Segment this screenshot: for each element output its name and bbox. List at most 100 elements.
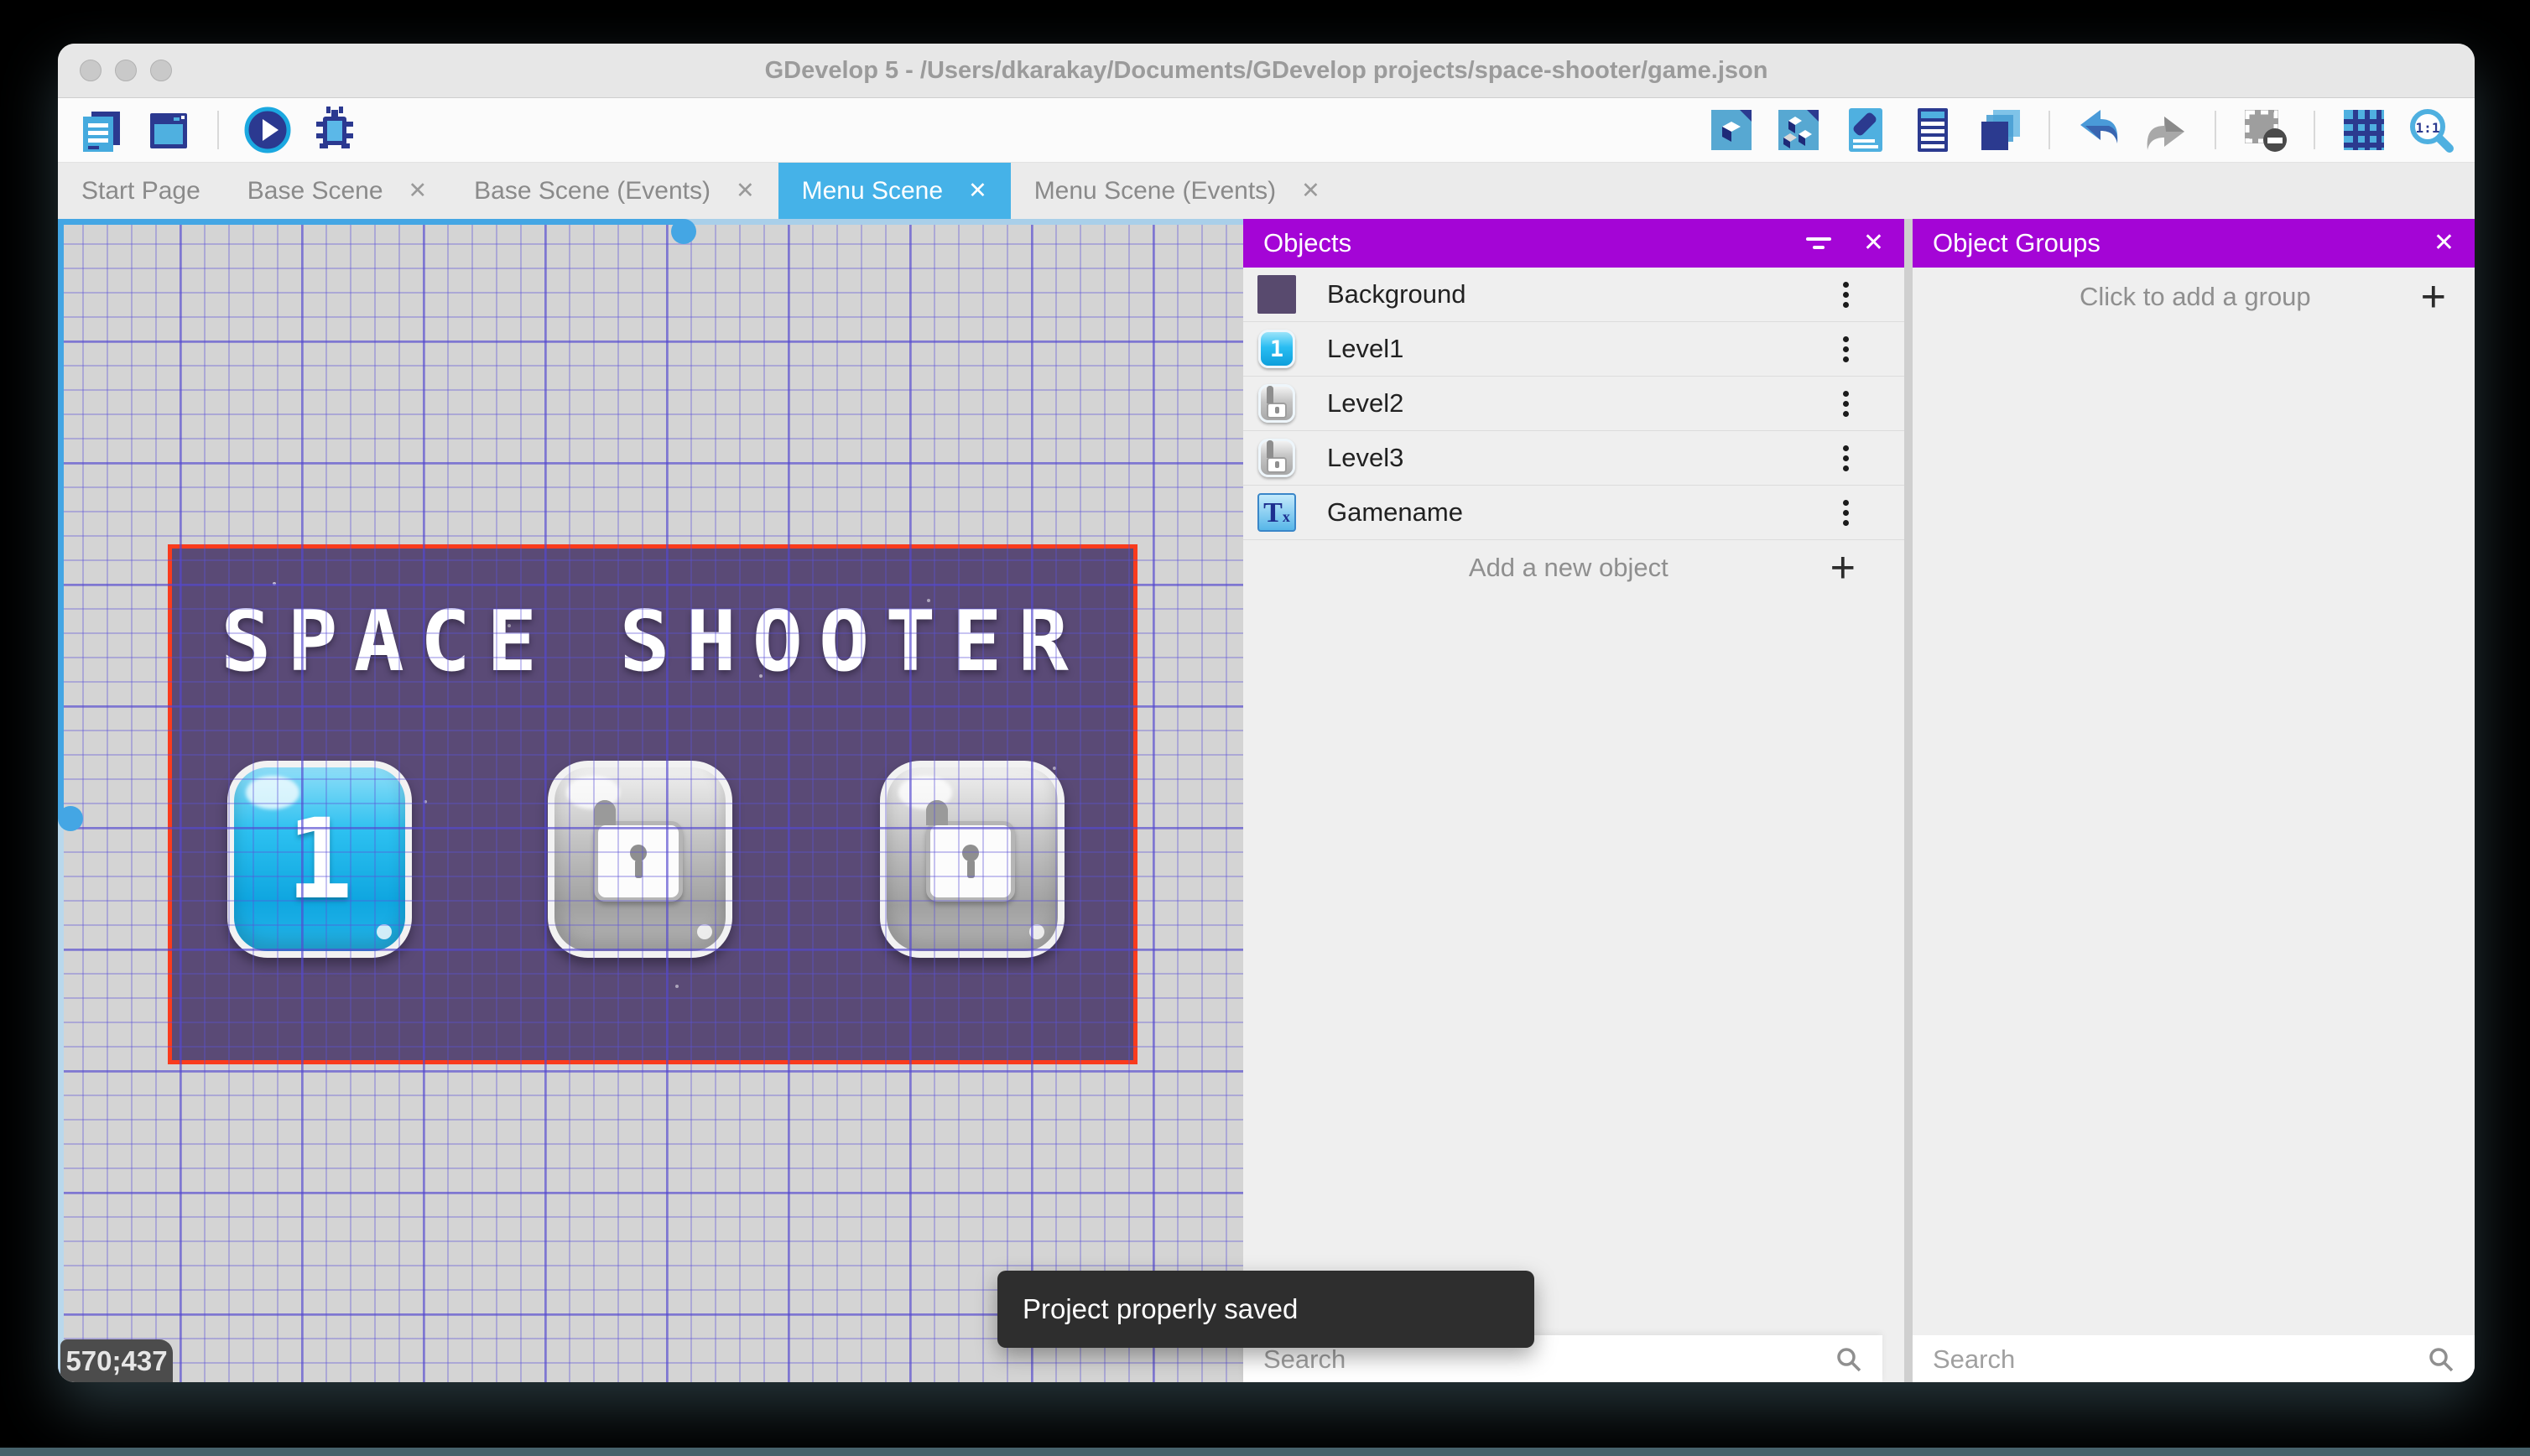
- object-menu-icon[interactable]: [1843, 499, 1849, 526]
- vertical-scroll-thumb[interactable]: [58, 806, 83, 831]
- tab-label: Menu Scene (Events): [1033, 176, 1277, 205]
- object-name: Background: [1327, 279, 1466, 309]
- level1-number: 1: [286, 794, 353, 924]
- tab-label: Menu Scene: [801, 176, 944, 205]
- object-menu-icon[interactable]: [1843, 445, 1849, 471]
- object-name: Level1: [1327, 334, 1404, 363]
- objects-search-input[interactable]: [1262, 1343, 1834, 1375]
- play-icon[interactable]: [242, 105, 293, 155]
- horizontal-scrollbar[interactable]: [58, 219, 1243, 244]
- redo-icon[interactable]: [2141, 105, 2191, 155]
- tab-menu-scene[interactable]: Menu Scene ✕: [778, 163, 1011, 219]
- object-menu-icon[interactable]: [1843, 390, 1849, 417]
- add-group-row[interactable]: Click to add a group +: [1913, 268, 2475, 326]
- lock-icon: [594, 799, 686, 902]
- scene-instance-background[interactable]: SPACE SHOOTER 1: [168, 544, 1137, 1064]
- minimize-window-button[interactable]: [115, 60, 137, 81]
- object-row-gamename[interactable]: Tx Gamename: [1243, 486, 1904, 540]
- search-icon: [2426, 1344, 2456, 1375]
- debug-icon[interactable]: [310, 105, 360, 155]
- horizontal-scroll-thumb[interactable]: [671, 219, 696, 244]
- object-name: Level3: [1327, 443, 1404, 472]
- scene-level3-button-locked[interactable]: [880, 761, 1065, 958]
- scene-level2-button-locked[interactable]: [548, 761, 732, 958]
- toolbar-separator: [2048, 111, 2050, 149]
- scene-window-icon[interactable]: [143, 105, 194, 155]
- object-row-level3[interactable]: Level3: [1243, 431, 1904, 486]
- object-row-level2[interactable]: Level2: [1243, 377, 1904, 431]
- gdevelop-window: GDevelop 5 - /Users/dkarakay/Documents/G…: [58, 44, 2475, 1382]
- groups-search-input[interactable]: [1931, 1343, 2426, 1375]
- object-name: Gamename: [1327, 497, 1463, 527]
- locked-button-thumbnail: [1257, 383, 1297, 424]
- tab-label: Base Scene (Events): [474, 176, 711, 205]
- add-group-label: Click to add a group: [2079, 282, 2311, 311]
- object-groups-panel-title: Object Groups: [1933, 228, 2101, 257]
- objects-panel-header: Objects ✕: [1243, 219, 1904, 268]
- object-row-background[interactable]: Background: [1243, 268, 1904, 322]
- toolbar-right-group: 1:1: [1706, 105, 2456, 155]
- objects-editor-icon[interactable]: [1706, 105, 1757, 155]
- instances-list-icon[interactable]: [1908, 105, 1958, 155]
- window-title: GDevelop 5 - /Users/dkarakay/Documents/G…: [764, 56, 1768, 84]
- tab-base-scene-events[interactable]: Base Scene (Events) ✕: [450, 163, 778, 219]
- toolbar-separator: [2215, 111, 2216, 149]
- tab-start-page[interactable]: Start Page: [58, 163, 224, 219]
- objects-panel: Objects ✕ Background 1 Level1 Level2 Lev…: [1243, 219, 1904, 1382]
- groups-search: [1913, 1335, 2475, 1382]
- titlebar: GDevelop 5 - /Users/dkarakay/Documents/G…: [58, 44, 2475, 98]
- close-tab-icon[interactable]: ✕: [409, 179, 428, 202]
- object-groups-panel-header: Object Groups ✕: [1913, 219, 2475, 268]
- tab-base-scene[interactable]: Base Scene ✕: [224, 163, 450, 219]
- tab-menu-scene-events[interactable]: Menu Scene (Events) ✕: [1011, 163, 1344, 219]
- add-object-row[interactable]: Add a new object +: [1243, 540, 1904, 595]
- panel-divider[interactable]: [1904, 219, 1913, 1382]
- scene-canvas[interactable]: SPACE SHOOTER 1 570;437: [58, 219, 1243, 1382]
- scene-stars: [273, 582, 276, 585]
- tab-label: Base Scene: [247, 176, 383, 205]
- save-toast: Project properly saved: [997, 1271, 1534, 1348]
- object-row-level1[interactable]: 1 Level1: [1243, 322, 1904, 377]
- zoom-window-button[interactable]: [150, 60, 172, 81]
- object-menu-icon[interactable]: [1843, 335, 1849, 362]
- undo-icon[interactable]: [2074, 105, 2124, 155]
- object-menu-icon[interactable]: [1843, 281, 1849, 308]
- editor-content: SPACE SHOOTER 1 570;437 Objects ✕ Backgr…: [58, 219, 2475, 1382]
- object-name: Level2: [1327, 388, 1404, 418]
- tab-label: Start Page: [81, 176, 200, 205]
- scene-game-title-text[interactable]: SPACE SHOOTER: [172, 592, 1133, 690]
- close-tab-icon[interactable]: ✕: [968, 179, 987, 202]
- cursor-coordinates-badge: 570;437: [60, 1339, 173, 1382]
- toolbar: 1:1: [58, 98, 2475, 163]
- tabbar: Start Page Base Scene ✕ Base Scene (Even…: [58, 163, 2475, 219]
- vertical-scrollbar[interactable]: [58, 219, 83, 1382]
- background-thumbnail: [1257, 274, 1297, 315]
- desktop-edge: [0, 1448, 2530, 1456]
- properties-icon[interactable]: [1840, 105, 1891, 155]
- layers-icon[interactable]: [1975, 105, 2025, 155]
- close-panel-icon[interactable]: ✕: [2434, 231, 2455, 256]
- toolbar-separator: [217, 111, 219, 149]
- close-window-button[interactable]: [80, 60, 102, 81]
- toolbar-separator: [2314, 111, 2315, 149]
- locked-button-thumbnail: [1257, 438, 1297, 478]
- close-panel-icon[interactable]: ✕: [1863, 231, 1884, 256]
- object-groups-icon[interactable]: [1773, 105, 1824, 155]
- plus-icon[interactable]: +: [2421, 275, 2446, 319]
- close-tab-icon[interactable]: ✕: [1301, 179, 1320, 202]
- text-object-thumbnail: Tx: [1257, 492, 1297, 533]
- close-tab-icon[interactable]: ✕: [736, 179, 755, 202]
- svg-text:1:1: 1:1: [2416, 120, 2440, 136]
- project-manager-icon[interactable]: [76, 105, 127, 155]
- grid-icon[interactable]: [2339, 105, 2389, 155]
- plus-icon[interactable]: +: [1830, 546, 1856, 590]
- search-icon: [1834, 1344, 1864, 1375]
- object-groups-panel: Object Groups ✕ Click to add a group +: [1913, 219, 2475, 1382]
- zoom-one-to-one-icon[interactable]: 1:1: [2406, 105, 2456, 155]
- filter-icon[interactable]: [1804, 237, 1833, 249]
- mask-icon[interactable]: [2240, 105, 2290, 155]
- objects-panel-title: Objects: [1263, 228, 1352, 257]
- add-object-label: Add a new object: [1468, 552, 1668, 582]
- scene-level1-button[interactable]: 1: [227, 761, 412, 958]
- toolbar-left-group: [76, 105, 360, 155]
